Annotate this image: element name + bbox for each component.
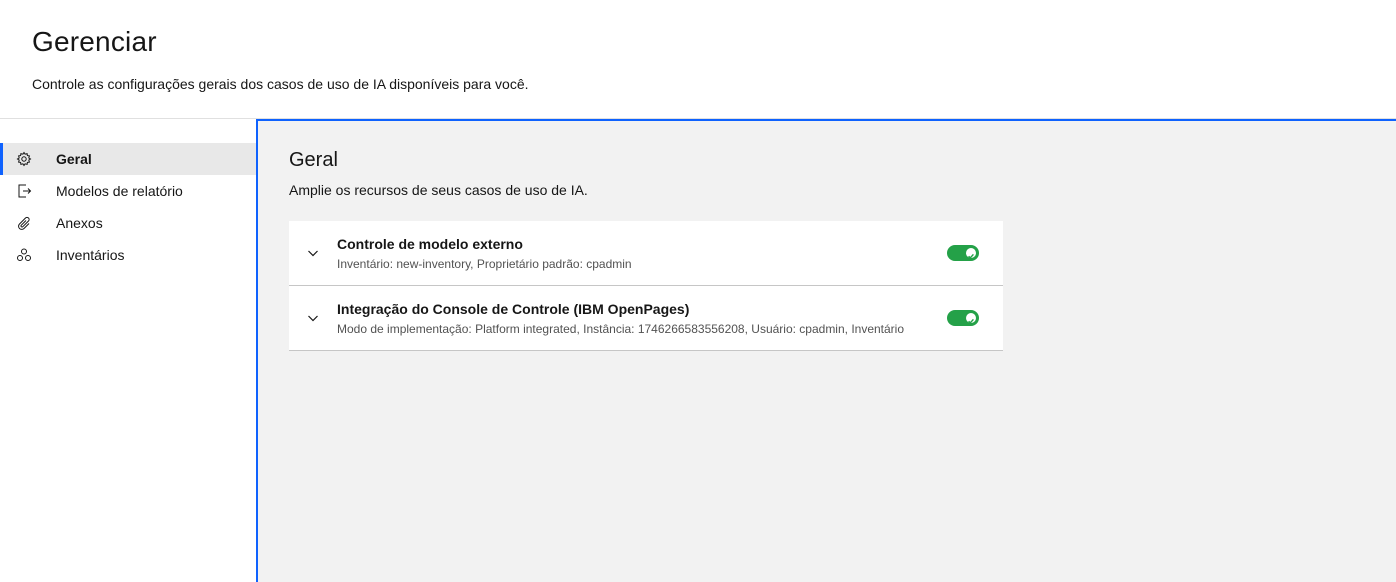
section-title: Geral — [289, 149, 338, 171]
setting-card-external-model: Controle de modelo externo Inventário: n… — [289, 221, 1003, 286]
checkmark-icon — [966, 313, 976, 324]
export-icon — [16, 183, 32, 199]
sidebar-item-inventarios[interactable]: Inventários — [0, 239, 256, 271]
gear-icon — [16, 151, 32, 167]
sidebar-item-label: Geral — [56, 151, 92, 167]
setting-title: Controle de modelo externo — [337, 236, 523, 252]
paperclip-icon — [16, 215, 32, 231]
setting-details: Inventário: new-inventory, Proprietário … — [337, 257, 632, 271]
page-header: Gerenciar Controle as configurações gera… — [0, 0, 1396, 119]
chevron-down-icon[interactable] — [305, 245, 321, 261]
setting-card-openpages: Integração do Console de Controle (IBM O… — [289, 286, 1003, 351]
page-title: Gerenciar — [32, 26, 157, 57]
sidebar-item-label: Modelos de relatório — [56, 183, 183, 199]
sidebar-item-modelos-de-relatorio[interactable]: Modelos de relatório — [0, 175, 256, 207]
sidebar-item-geral[interactable]: Geral — [0, 143, 256, 175]
checkmark-icon — [966, 248, 976, 259]
enable-toggle[interactable] — [947, 245, 979, 261]
enable-toggle[interactable] — [947, 310, 979, 326]
sidebar-item-label: Inventários — [56, 247, 125, 263]
main-content: Geral Amplie os recursos de seus casos d… — [256, 119, 1396, 582]
sidebar: Geral Modelos de relatório Anexos Invent… — [0, 119, 256, 582]
sidebar-item-label: Anexos — [56, 215, 103, 231]
setting-details: Modo de implementação: Platform integrat… — [337, 322, 905, 336]
chevron-down-icon[interactable] — [305, 310, 321, 326]
section-description: Amplie os recursos de seus casos de uso … — [289, 182, 588, 198]
setting-title: Integração do Console de Controle (IBM O… — [337, 301, 690, 317]
inventory-icon — [16, 247, 32, 263]
sidebar-item-anexos[interactable]: Anexos — [0, 207, 256, 239]
page-description: Controle as configurações gerais dos cas… — [32, 76, 529, 92]
